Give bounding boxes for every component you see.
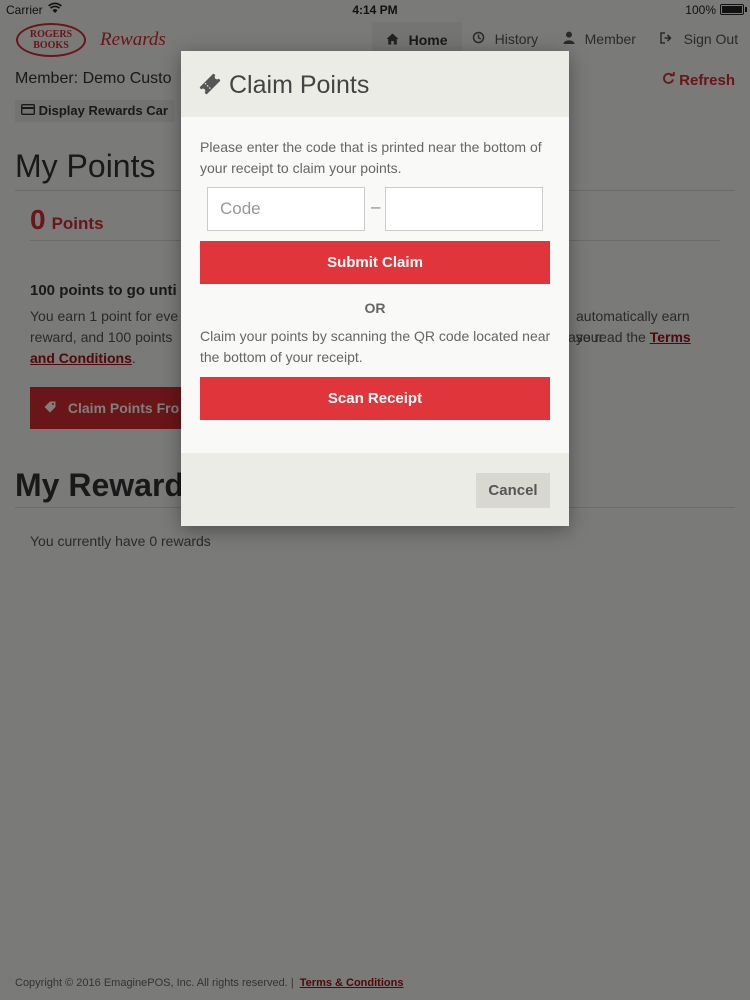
scan-instructions: Claim your points by scanning the QR cod… — [200, 328, 551, 365]
ticket-icon — [197, 71, 223, 102]
cancel-button[interactable]: Cancel — [476, 473, 550, 508]
or-divider: OR — [364, 300, 386, 316]
modal-header: Claim Points — [181, 51, 569, 117]
submit-claim-button[interactable]: Submit Claim — [200, 241, 550, 284]
code-instructions: Please enter the code that is printed ne… — [200, 139, 542, 176]
code-input[interactable] — [207, 187, 365, 231]
modal-title: Claim Points — [229, 71, 370, 99]
modal-footer: Cancel — [181, 453, 569, 526]
claim-points-modal: Claim Points Please enter the code that … — [181, 51, 569, 526]
scan-receipt-button[interactable]: Scan Receipt — [200, 377, 550, 420]
code-separator: – — [371, 197, 381, 216]
code-suffix-input[interactable] — [385, 187, 543, 231]
modal-body: Please enter the code that is printed ne… — [181, 117, 569, 453]
